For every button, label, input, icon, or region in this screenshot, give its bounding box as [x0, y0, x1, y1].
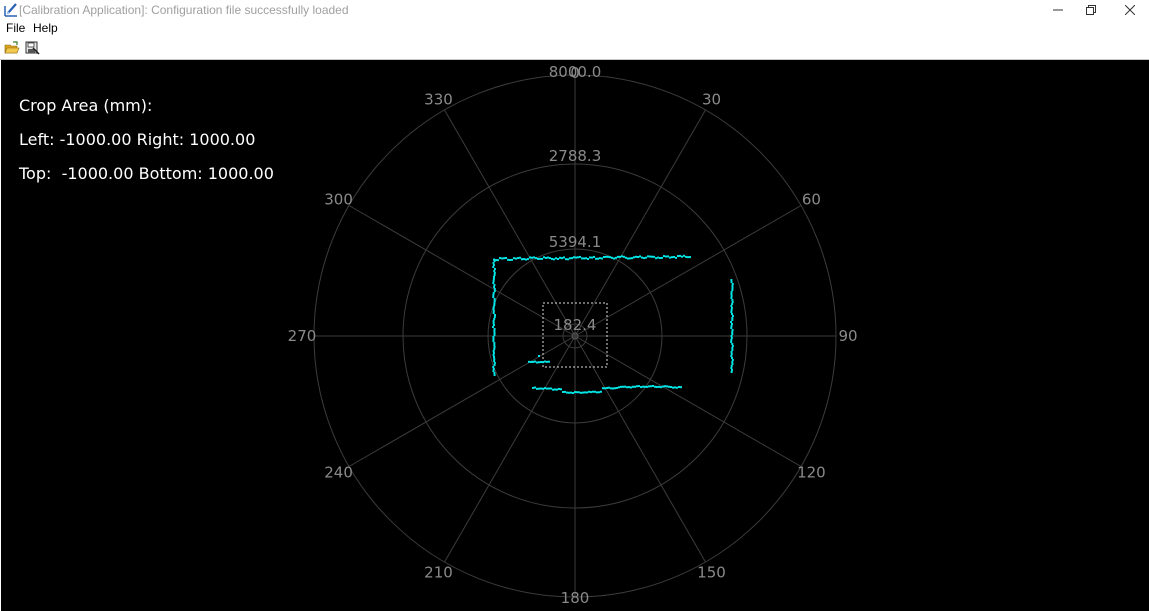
angle-label: 120: [797, 464, 826, 482]
angle-label: 60: [802, 191, 821, 209]
ring-label: 2788.3: [549, 147, 602, 165]
menu-help[interactable]: Help: [33, 21, 58, 35]
toolbar: [0, 37, 1149, 60]
angle-label: 150: [697, 563, 726, 581]
ring-label: 182.4: [554, 316, 597, 334]
polar-spoke: [348, 335, 576, 467]
scan-fragment: [528, 355, 550, 364]
polar-spoke: [574, 109, 706, 337]
angle-label: 330: [424, 91, 453, 109]
close-icon: [1125, 5, 1135, 15]
angle-label: 210: [424, 563, 453, 581]
scan-bottom-wall: [532, 384, 682, 395]
angle-label: 240: [324, 464, 353, 482]
save-icon[interactable]: [24, 40, 40, 56]
scan-top-wall: [493, 254, 691, 262]
scan-right-wall: [730, 279, 734, 373]
angle-label: 180: [561, 589, 590, 607]
open-folder-icon[interactable]: [4, 40, 20, 56]
polar-spoke: [574, 335, 802, 467]
polar-chart: 182.42788.35394.18000.003060901201501802…: [288, 63, 858, 607]
window-title: [Calibration Application]: Configuration…: [19, 3, 349, 17]
polar-plot-area[interactable]: Crop Area (mm): Left: -1000.00 Right: 10…: [1, 60, 1149, 611]
polar-spoke: [348, 205, 576, 337]
menu-bar: File Help: [0, 20, 1149, 37]
polar-spoke: [574, 205, 802, 337]
angle-label: 0: [570, 64, 580, 82]
polar-spoke: [444, 109, 576, 337]
close-button[interactable]: [1112, 0, 1148, 20]
polar-spoke: [574, 335, 706, 563]
angle-label: 300: [324, 191, 353, 209]
angle-label: 30: [702, 91, 721, 109]
menu-file[interactable]: File: [6, 21, 25, 35]
ring-label: 5394.1: [549, 233, 602, 251]
minimize-button[interactable]: [1040, 0, 1076, 20]
angle-label: 90: [838, 327, 857, 345]
restore-button[interactable]: [1073, 0, 1109, 20]
scan-left-wall: [492, 260, 496, 376]
pencil-chart-icon: [4, 3, 17, 17]
title-bar: [Calibration Application]: Configuration…: [0, 0, 1149, 20]
angle-label: 270: [288, 327, 317, 345]
polar-spoke: [444, 335, 576, 563]
restore-icon: [1086, 5, 1096, 15]
minimize-icon: [1053, 9, 1063, 11]
